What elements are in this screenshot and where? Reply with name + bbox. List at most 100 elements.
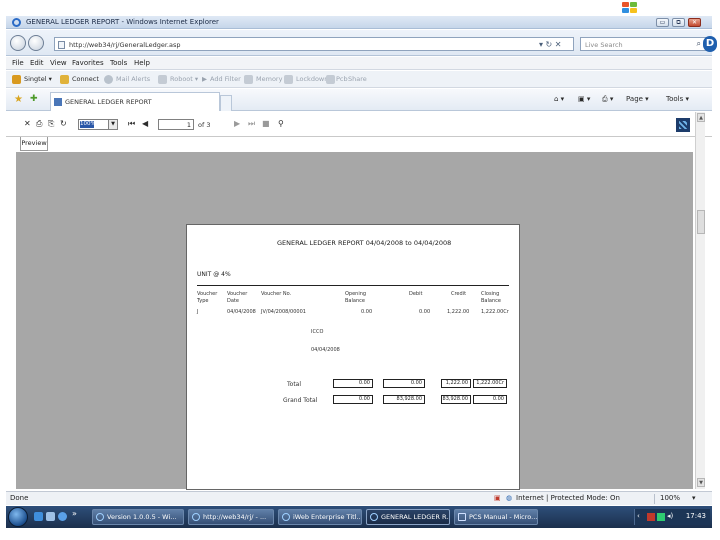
toolbar-pcb[interactable]: Pcb [336,75,348,83]
menu-help[interactable]: Help [134,59,150,67]
previous-page-icon[interactable]: ◀ [142,119,148,128]
toolbar-lockdown[interactable]: Lockdown [296,75,328,83]
task-web34-label: http://web34/rj/ - ... [203,513,267,521]
column-header-type-2: Type [197,298,209,304]
report-title: GENERAL LEDGER REPORT 04/04/2008 to 04/0… [277,239,452,247]
security-zone[interactable]: Internet | Protected Mode: On [516,494,620,502]
grand-total-debit: 83,928.00 [383,395,425,404]
popup-blocked-icon[interactable]: ▣ [494,494,501,502]
column-header-closing-2: Balance [481,298,501,304]
refresh-stop-controls[interactable]: ▾ ↻ ✕ [539,40,562,49]
toolbar-connect[interactable]: Connect [72,75,99,83]
status-text: Done [10,494,29,502]
toolbar-roboot[interactable]: Roboot ▾ [170,75,198,83]
menu-bar: File Edit View Favorites Tools Help [6,57,712,70]
menu-favorites[interactable]: Favorites [72,59,104,67]
scroll-up-icon[interactable]: ▲ [697,113,705,122]
address-url: http://web34/rj/GeneralLedger.asp [69,41,181,49]
scroll-down-icon[interactable]: ▼ [697,478,705,487]
scroll-thumb[interactable] [697,210,705,234]
new-tab-button[interactable] [220,95,232,111]
task-iweb[interactable]: iWeb Enterprise Titl... [278,509,362,525]
refresh-report-icon[interactable]: ↻ [60,119,67,128]
quicklaunch-more-icon[interactable]: » [72,509,81,518]
total-opening: 0.00 [333,379,373,388]
feeds-icon[interactable]: ▣ ▾ [578,95,590,103]
column-header-credit: Credit [451,291,467,297]
tray-app-icon[interactable] [647,513,655,521]
zoom-select[interactable]: 100% ▼ [78,119,118,130]
print-report-icon[interactable]: ⎘ [48,119,54,129]
close-button[interactable]: ✕ [688,18,701,27]
forward-button[interactable] [28,35,44,51]
switch-windows-icon[interactable] [46,512,55,521]
volume-icon[interactable]: ◂) [667,512,673,520]
menu-view[interactable]: View [50,59,67,67]
search-placeholder: Live Search [585,41,623,49]
window-title: GENERAL LEDGER REPORT - Windows Internet… [26,18,219,26]
toolbar-singtel[interactable]: Singtel ▾ [24,75,52,83]
zoom-dropdown-icon[interactable]: ▾ [692,494,696,502]
zoom-level[interactable]: 100% [660,494,680,502]
last-page-icon[interactable]: ⏭ [248,119,255,129]
home-icon[interactable]: ⌂ ▾ [554,95,564,103]
column-header-type: Voucher [197,291,218,297]
row-type: J [197,309,199,315]
report-page: GENERAL LEDGER REPORT 04/04/2008 to 04/0… [186,224,520,490]
grand-total-opening: 0.00 [333,395,373,404]
favorites-star-icon[interactable]: ★ [14,94,23,105]
total-closing: 1,222.00Cr [473,379,507,388]
back-button[interactable] [10,35,26,51]
clock[interactable]: 17:43 [686,512,706,520]
menu-edit[interactable]: Edit [30,59,44,67]
toolbar-add-filter-arrow: ▶ [202,75,207,83]
tray-network-icon[interactable] [657,513,665,521]
show-desktop-icon[interactable] [34,512,43,521]
row-voucher-no: JV/04/2008/00001 [261,309,306,315]
vertical-scrollbar[interactable]: ▲ ▼ [695,112,705,489]
maximize-button[interactable]: ⧉ [672,18,685,27]
menu-file[interactable]: File [12,59,24,67]
page-number-input[interactable]: 1 [158,119,194,130]
memory-icon [244,75,253,84]
find-icon[interactable]: ⚲ [278,119,284,128]
tab-preview[interactable]: Preview [20,137,48,151]
extra-date: 04/04/2008 [311,347,340,353]
minimize-button[interactable]: ▭ [656,18,669,27]
close-report-icon[interactable]: ✕ [24,119,31,128]
help-circle-icon[interactable]: D [703,36,717,52]
search-input[interactable]: Live Search ⌕ [580,37,708,51]
task-version[interactable]: Version 1.0.0.5 - Wi... [92,509,184,525]
column-header-debit: Debit [409,291,423,297]
print-icon[interactable]: ⎙ ▾ [602,95,613,104]
tools-menu[interactable]: Tools ▾ [666,95,689,103]
toolbar-add-filter[interactable]: Add Filter [210,75,241,83]
first-page-icon[interactable]: ⏮ [128,119,135,129]
export-icon[interactable]: ⎙ [36,119,42,129]
task-general-ledger[interactable]: GENERAL LEDGER R... [366,509,450,525]
next-page-icon[interactable]: ▶ [234,119,240,128]
tab-row: ★ ✚ GENERAL LEDGER REPORT ⌂ ▾ ▣ ▾ ⎙ ▾ Pa… [6,89,712,111]
page-menu[interactable]: Page ▾ [626,95,649,103]
stop-icon[interactable]: ■ [262,119,270,128]
ie-logo-icon [12,18,21,27]
task-web34[interactable]: http://web34/rj/ - ... [188,509,274,525]
task-pcs-manual[interactable]: PCS Manual - Micro... [454,509,538,525]
status-separator [654,494,655,504]
total-debit: 0.00 [383,379,425,388]
ie-quicklaunch-icon[interactable] [58,512,67,521]
toolbar-mail-alerts[interactable]: Mail Alerts [116,75,150,83]
add-favorite-icon[interactable]: ✚ [30,94,38,104]
tray-expand-icon[interactable]: ‹ [637,512,640,520]
address-field[interactable]: http://web34/rj/GeneralLedger.asp ▾ ↻ ✕ [54,37,574,51]
ie-icon [370,513,378,521]
tab-general-ledger[interactable]: GENERAL LEDGER REPORT [50,92,220,111]
grand-total-closing: 0.00 [473,395,507,404]
menu-tools[interactable]: Tools [110,59,127,67]
task-pcs-manual-label: PCS Manual - Micro... [469,513,538,521]
start-button[interactable] [8,507,28,527]
toolbar-memory[interactable]: Memory ▾ [256,75,288,83]
search-icon[interactable]: ⌕ [697,39,701,49]
toolbar-share[interactable]: Share [348,75,367,83]
task-general-ledger-label: GENERAL LEDGER R... [381,513,450,521]
